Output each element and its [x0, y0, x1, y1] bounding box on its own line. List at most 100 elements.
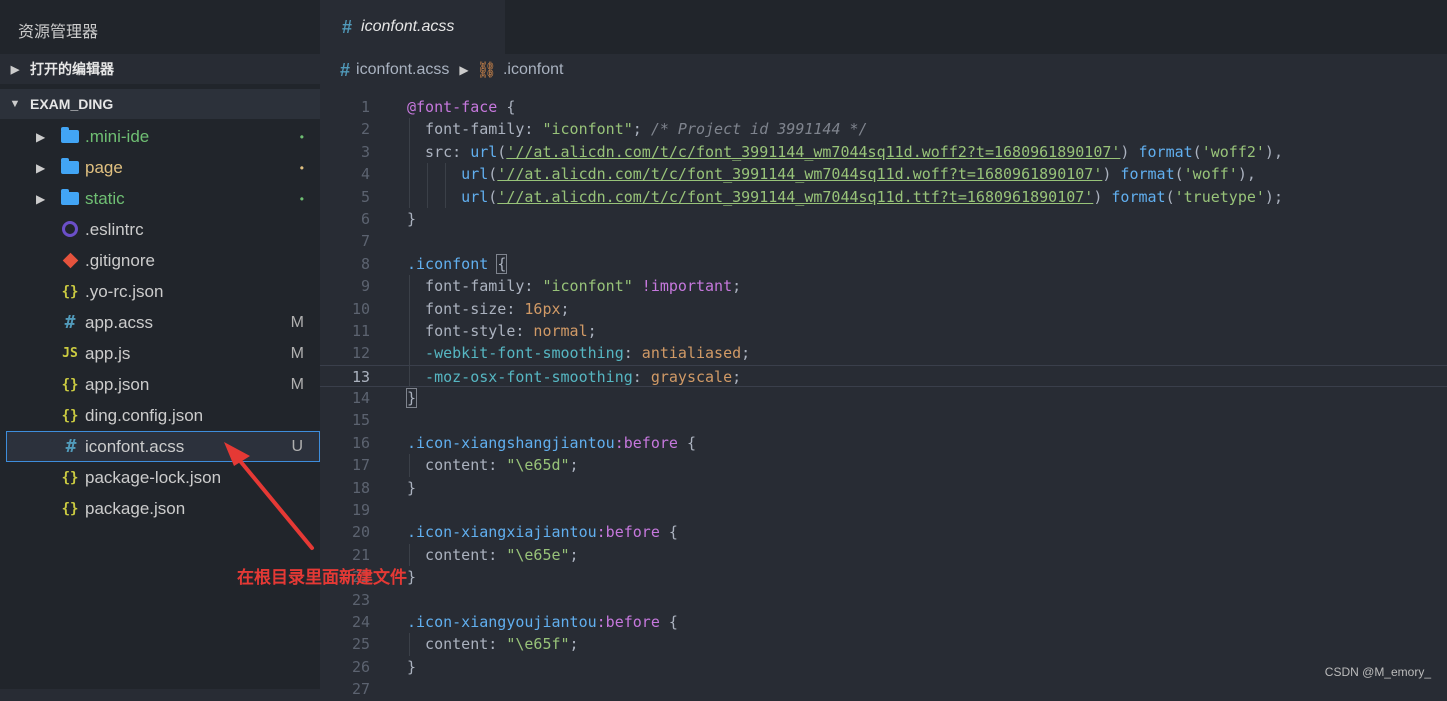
- code-line[interactable]: 26}: [320, 656, 1447, 678]
- code-token: content: [425, 635, 489, 654]
- chevron-right-icon[interactable]: ▶: [36, 192, 45, 206]
- code-line[interactable]: 8 .iconfont {: [320, 253, 1447, 275]
- code-token: .icon-xiangyoujiantou: [407, 612, 597, 631]
- code-text: content: "\e65f";: [425, 633, 579, 655]
- code-line[interactable]: 25 content: "\e65f";: [320, 633, 1447, 656]
- code-line[interactable]: 9 font-family: "iconfont" !important;: [320, 275, 1447, 298]
- line-number: 6: [360, 209, 370, 228]
- code-token: (: [1165, 187, 1175, 206]
- code-line[interactable]: 23: [320, 589, 1447, 611]
- code-token: :before: [614, 433, 678, 452]
- file-item-package-lock-json[interactable]: {} package-lock.json: [0, 462, 320, 493]
- code-token: ;: [632, 120, 651, 139]
- line-number: 4: [360, 165, 370, 184]
- indent-guide: [409, 543, 410, 567]
- git-status-badge: U: [291, 437, 303, 455]
- code-line[interactable]: 1 @font-face {: [320, 96, 1447, 118]
- code-token: @font-face: [407, 98, 498, 116]
- code-token: {: [659, 612, 678, 631]
- code-line[interactable]: 10 font-size: 16px;: [320, 297, 1447, 320]
- code-line[interactable]: 17 content: "\e65d";: [320, 454, 1447, 477]
- code-line[interactable]: 19: [320, 499, 1447, 521]
- code-line[interactable]: 16 .icon-xiangshangjiantou:before {: [320, 432, 1447, 454]
- code-token: -webkit-font-smoothing: [425, 344, 624, 363]
- code-text: src: url('//at.alicdn.com/t/c/font_39911…: [425, 141, 1283, 163]
- file-item-gitignore[interactable]: .gitignore: [0, 245, 320, 276]
- tab-iconfont-acss[interactable]: # iconfont.acss: [320, 0, 505, 54]
- code-token: (: [1192, 142, 1202, 161]
- code-line[interactable]: 13 -moz-osx-font-smoothing: grayscale;: [320, 364, 1447, 388]
- code-token: {: [677, 433, 696, 452]
- file-item-ding-config-json[interactable]: {} ding.config.json: [0, 400, 320, 431]
- file-item-eslintrc[interactable]: .eslintrc: [0, 214, 320, 245]
- project-section[interactable]: ▼ EXAM_DING: [0, 89, 320, 119]
- code-token: content: [425, 545, 489, 564]
- line-number: 17: [351, 456, 370, 475]
- chevron-right-icon[interactable]: ▶: [36, 130, 45, 144]
- git-icon: [61, 252, 79, 270]
- code-token: :: [452, 142, 471, 161]
- code-editor[interactable]: 1 @font-face {2 font-family: "iconfont"; /…: [320, 96, 1447, 698]
- collapsed-triangle-icon: ▶: [10, 63, 20, 76]
- code-line[interactable]: 3 src: url('//at.alicdn.com/t/c/font_3991…: [320, 140, 1447, 164]
- line-number: 3: [360, 142, 370, 161]
- js-file-icon: JS: [62, 346, 78, 361]
- file-item-app-acss[interactable]: # app.acss M: [0, 307, 320, 338]
- line-number: 26: [351, 657, 370, 676]
- code-token: ): [1093, 187, 1112, 206]
- file-item-mini-ide[interactable]: ▶ .mini-ide •: [0, 121, 320, 152]
- file-name: package-lock.json: [85, 467, 222, 487]
- code-token: '//at.alicdn.com/t/c/font_3991144_wm7044…: [506, 142, 1121, 161]
- code-line[interactable]: 22}: [320, 566, 1447, 588]
- code-token: ;: [569, 635, 579, 654]
- explorer-title: 资源管理器: [18, 24, 99, 41]
- code-line[interactable]: 4 url('//at.alicdn.com/t/c/font_3991144_w…: [320, 163, 1447, 186]
- code-line[interactable]: 18}: [320, 477, 1447, 499]
- code-line[interactable]: 24 .icon-xiangyoujiantou:before {: [320, 611, 1447, 633]
- code-line[interactable]: 14}: [320, 387, 1447, 409]
- tab-bar: # iconfont.acss: [320, 0, 1447, 54]
- code-token: "\e65e": [506, 545, 570, 564]
- code-token: ): [1120, 142, 1139, 161]
- chevron-right-icon[interactable]: ▶: [36, 161, 45, 175]
- code-line[interactable]: 21 content: "\e65e";: [320, 543, 1447, 567]
- json-file-icon: {}: [61, 283, 79, 300]
- file-item-app-js[interactable]: JS app.js M: [0, 338, 320, 369]
- code-token: ;: [732, 277, 742, 296]
- code-line[interactable]: 27: [320, 678, 1447, 700]
- file-name: .yo-rc.json: [85, 281, 164, 301]
- code-token: normal: [533, 321, 588, 340]
- code-line[interactable]: 20 .icon-xiangxiajiantou:before {: [320, 521, 1447, 543]
- code-line[interactable]: 2 font-family: "iconfont"; /* Project id …: [320, 118, 1447, 141]
- code-line[interactable]: 11 font-style: normal;: [320, 319, 1447, 343]
- code-line[interactable]: 12 -webkit-font-smoothing: antialiased;: [320, 342, 1447, 365]
- line-number: 8: [360, 254, 370, 273]
- file-item-static[interactable]: ▶ static •: [0, 183, 320, 214]
- file-name: app.acss: [85, 312, 154, 332]
- json-file-icon: {}: [61, 407, 79, 424]
- code-line[interactable]: 15: [320, 409, 1447, 431]
- code-text: font-size: 16px;: [425, 298, 570, 320]
- breadcrumb-separator-icon: ▶: [459, 63, 469, 77]
- code-line[interactable]: 5 url('//at.alicdn.com/t/c/font_3991144_w…: [320, 185, 1447, 208]
- code-token: antialiased: [641, 344, 742, 363]
- code-text: }: [407, 566, 416, 588]
- file-item-yo-rc-json[interactable]: {} .yo-rc.json: [0, 276, 320, 307]
- code-token: '//at.alicdn.com/t/c/font_3991144_wm7044…: [497, 187, 1094, 206]
- file-item-page[interactable]: ▶ page •: [0, 152, 320, 183]
- css-file-icon: #: [342, 16, 353, 37]
- file-item-app-json[interactable]: {} app.json M: [0, 369, 320, 400]
- code-line[interactable]: 6}: [320, 208, 1447, 230]
- code-token: format: [1120, 165, 1175, 184]
- file-item-iconfont-acss[interactable]: # iconfont.acss U: [6, 431, 320, 462]
- breadcrumb-file[interactable]: iconfont.acss: [356, 61, 449, 79]
- eslint-icon: [61, 220, 79, 240]
- open-editors-section[interactable]: ▶ 打开的编辑器: [0, 54, 320, 84]
- tab-label: iconfont.acss: [361, 18, 455, 35]
- breadcrumb-symbol[interactable]: .iconfont: [503, 61, 563, 79]
- file-item-package-json[interactable]: {} package.json: [0, 493, 320, 524]
- open-editors-label: 打开的编辑器: [30, 61, 114, 77]
- code-line[interactable]: 7: [320, 230, 1447, 252]
- code-token: 16px: [524, 299, 561, 318]
